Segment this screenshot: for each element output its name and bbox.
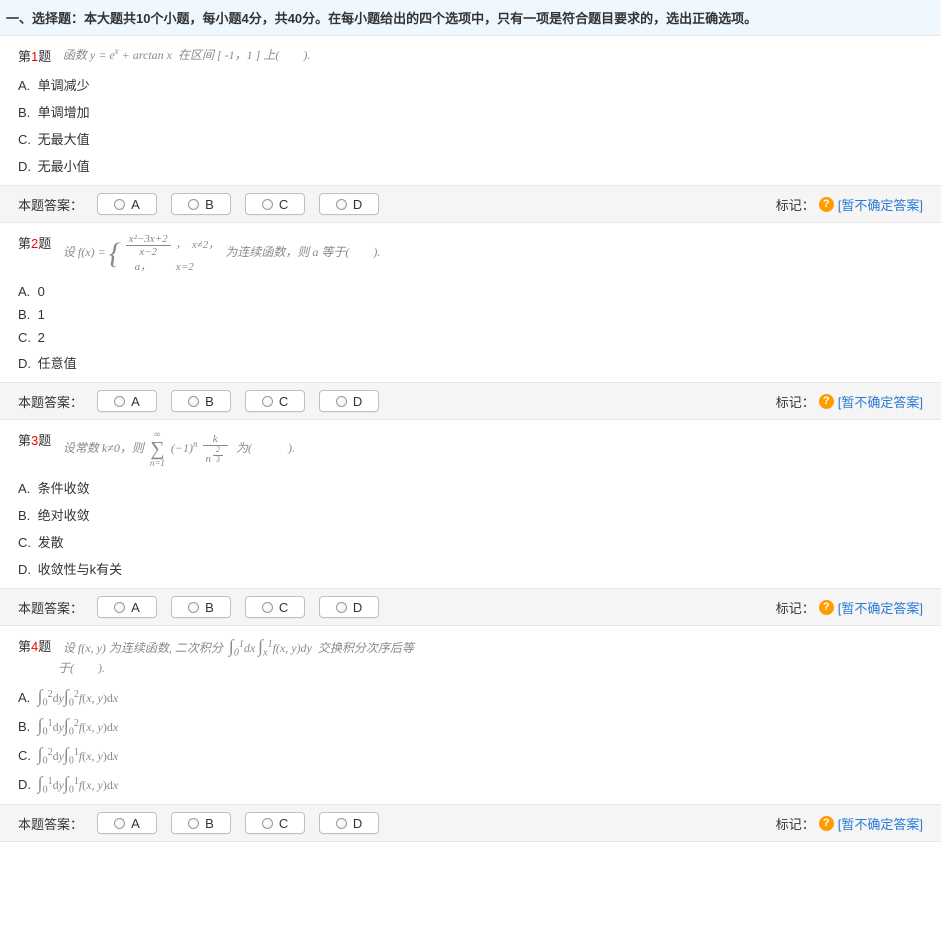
option-B: B. ∫01dy∫02f(x, y)dx <box>18 715 923 736</box>
option-D: D. ∫01dy∫01f(x, y)dx <box>18 773 923 794</box>
answer-btn-B[interactable]: B <box>171 812 231 834</box>
option-C: C. 无最大值 <box>18 129 923 148</box>
radio-icon <box>336 199 347 210</box>
radio-icon <box>114 199 125 210</box>
section-header: 一、选择题：本大题共10个小题，每小题4分，共40分。在每小题给出的四个选项中，… <box>0 0 941 36</box>
answer-btn-C[interactable]: C <box>245 193 305 215</box>
option-C: C. 发散 <box>18 532 923 551</box>
question-number: 第1题 <box>18 46 51 65</box>
question-2: 第2题 设 f(x) = { x²−3x+2x−2 ， x≠2， a， x=2 … <box>0 223 941 372</box>
radio-icon <box>188 602 199 613</box>
option-B: B. 1 <box>18 307 923 322</box>
answer-bar-4: 本题答案： A B C D 标记： ? [暂不确定答案] <box>0 804 941 842</box>
radio-icon <box>114 396 125 407</box>
answer-btn-B[interactable]: B <box>171 596 231 618</box>
answer-btn-A[interactable]: A <box>97 596 157 618</box>
option-B: B. 单调增加 <box>18 102 923 121</box>
radio-icon <box>188 818 199 829</box>
options: A. ∫02dy∫02f(x, y)dx B. ∫01dy∫02f(x, y)d… <box>18 686 923 794</box>
options: A. 0 B. 1 C. 2 D. 任意值 <box>18 284 923 372</box>
radio-icon <box>262 818 273 829</box>
mark-label: 标记： <box>776 598 815 617</box>
answer-bar-3: 本题答案： A B C D 标记： ? [暂不确定答案] <box>0 588 941 626</box>
hint-link[interactable]: [暂不确定答案] <box>838 814 923 833</box>
option-A: A. 单调减少 <box>18 75 923 94</box>
mark-label: 标记： <box>776 195 815 214</box>
answer-btn-C[interactable]: C <box>245 812 305 834</box>
option-A: A. 条件收敛 <box>18 478 923 497</box>
answer-btn-C[interactable]: C <box>245 390 305 412</box>
answer-label: 本题答案： <box>18 195 83 214</box>
help-icon[interactable]: ? <box>819 197 834 212</box>
answer-bar-1: 本题答案： A B C D 标记： ? [暂不确定答案] <box>0 185 941 223</box>
help-icon[interactable]: ? <box>819 600 834 615</box>
question-stem: 设常数 k≠0，则 ∞ ∑ n=1 (−1)n kn23 为( ). <box>63 430 295 468</box>
answer-btn-D[interactable]: D <box>319 390 379 412</box>
answer-label: 本题答案： <box>18 392 83 411</box>
radio-icon <box>114 602 125 613</box>
help-icon[interactable]: ? <box>819 816 834 831</box>
radio-icon <box>188 396 199 407</box>
answer-bar-2: 本题答案： A B C D 标记： ? [暂不确定答案] <box>0 382 941 420</box>
answer-btn-A[interactable]: A <box>97 812 157 834</box>
question-4: 第4题 设 f(x, y) 为连续函数, 二次积分 ∫01dx ∫x1f(x, … <box>0 626 941 794</box>
question-stem: 设 f(x) = { x²−3x+2x−2 ， x≠2， a， x=2 为连续函… <box>63 233 380 274</box>
radio-icon <box>262 396 273 407</box>
option-C: C. ∫02dy∫01f(x, y)dx <box>18 744 923 765</box>
option-A: A. 0 <box>18 284 923 299</box>
question-1: 第1题 函数 y = ex + arctan x 在区间 [ -1，1 ] 上(… <box>0 36 941 175</box>
option-C: C. 2 <box>18 330 923 345</box>
question-number: 第3题 <box>18 430 51 449</box>
answer-label: 本题答案： <box>18 598 83 617</box>
help-icon[interactable]: ? <box>819 394 834 409</box>
answer-btn-B[interactable]: B <box>171 193 231 215</box>
options: A. 条件收敛 B. 绝对收敛 C. 发散 D. 收敛性与k有关 <box>18 478 923 578</box>
answer-btn-D[interactable]: D <box>319 193 379 215</box>
answer-label: 本题答案： <box>18 814 83 833</box>
option-B: B. 绝对收敛 <box>18 505 923 524</box>
question-number: 第2题 <box>18 233 51 252</box>
answer-btn-A[interactable]: A <box>97 390 157 412</box>
hint-link[interactable]: [暂不确定答案] <box>838 598 923 617</box>
radio-icon <box>262 199 273 210</box>
option-D: D. 收敛性与k有关 <box>18 559 923 578</box>
radio-icon <box>188 199 199 210</box>
answer-btn-A[interactable]: A <box>97 193 157 215</box>
answer-btn-B[interactable]: B <box>171 390 231 412</box>
answer-btn-D[interactable]: D <box>319 812 379 834</box>
answer-btn-C[interactable]: C <box>245 596 305 618</box>
mark-label: 标记： <box>776 814 815 833</box>
option-D: D. 任意值 <box>18 353 923 372</box>
radio-icon <box>262 602 273 613</box>
radio-icon <box>336 602 347 613</box>
question-3: 第3题 设常数 k≠0，则 ∞ ∑ n=1 (−1)n kn23 为( ). A… <box>0 420 941 578</box>
radio-icon <box>336 396 347 407</box>
hint-link[interactable]: [暂不确定答案] <box>838 195 923 214</box>
option-A: A. ∫02dy∫02f(x, y)dx <box>18 686 923 707</box>
question-stem: 函数 y = ex + arctan x 在区间 [ -1，1 ] 上( ). <box>63 46 310 63</box>
options: A. 单调减少 B. 单调增加 C. 无最大值 D. 无最小值 <box>18 75 923 175</box>
radio-icon <box>336 818 347 829</box>
option-D: D. 无最小值 <box>18 156 923 175</box>
question-stem: 设 f(x, y) 为连续函数, 二次积分 ∫01dx ∫x1f(x, y)dy… <box>63 636 414 657</box>
mark-label: 标记： <box>776 392 815 411</box>
radio-icon <box>114 818 125 829</box>
answer-btn-D[interactable]: D <box>319 596 379 618</box>
hint-link[interactable]: [暂不确定答案] <box>838 392 923 411</box>
question-number: 第4题 <box>18 636 51 655</box>
